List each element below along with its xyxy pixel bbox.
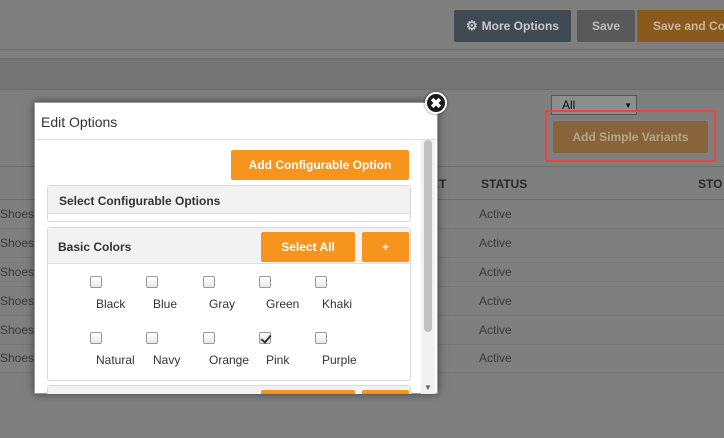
more-options-button[interactable]: ⚙ More Options bbox=[454, 10, 571, 42]
row-name: Shoes bbox=[0, 236, 35, 250]
top-toolbar: ⚙ More Options Save Save and Co bbox=[0, 0, 724, 50]
row-name: Shoes bbox=[0, 323, 35, 337]
modal-title: Edit Options bbox=[41, 114, 118, 130]
add-configurable-option-button[interactable]: Add Configurable Option bbox=[231, 150, 409, 180]
option-label-natural: Natural bbox=[96, 353, 135, 367]
next-add-button[interactable] bbox=[362, 390, 409, 394]
checkbox-purple[interactable] bbox=[315, 332, 327, 344]
panel-header: Select Configurable Options bbox=[48, 186, 410, 214]
row-status: Active bbox=[479, 294, 512, 308]
option-label-black: Black bbox=[96, 297, 126, 311]
row-status: Active bbox=[479, 265, 512, 279]
add-color-button[interactable]: + bbox=[362, 232, 409, 262]
close-icon[interactable]: ✖ bbox=[425, 92, 447, 114]
checkbox-blue[interactable] bbox=[146, 276, 158, 288]
column-header-sto: STO bbox=[698, 177, 723, 191]
checkbox-natural[interactable] bbox=[90, 332, 102, 344]
checkbox-gray[interactable] bbox=[203, 276, 215, 288]
more-options-label: More Options bbox=[481, 19, 559, 33]
row-name: Shoes bbox=[0, 265, 35, 279]
column-header-status: STATUS bbox=[481, 177, 528, 191]
scrollbar-thumb[interactable] bbox=[424, 140, 432, 332]
row-name: Shoes bbox=[0, 294, 35, 308]
select-all-button[interactable]: Select All bbox=[261, 232, 355, 262]
option-label-green: Green bbox=[266, 297, 300, 311]
scroll-down-arrow-icon[interactable]: ▼ bbox=[424, 383, 432, 392]
basic-colors-panel: Basic Colors Select All + Black Blue Gra… bbox=[47, 227, 411, 381]
row-status: Active bbox=[479, 236, 512, 250]
row-status: Active bbox=[479, 207, 512, 221]
next-select-all-button[interactable] bbox=[261, 390, 355, 394]
checkbox-green[interactable] bbox=[259, 276, 271, 288]
option-label-purple: Purple bbox=[322, 353, 357, 367]
checkbox-orange[interactable] bbox=[203, 332, 215, 344]
option-label-navy: Navy bbox=[153, 353, 181, 367]
save-button[interactable]: Save bbox=[577, 10, 635, 42]
modal-body: Add Configurable Option Select Configura… bbox=[35, 140, 421, 394]
option-label-pink: Pink bbox=[266, 353, 290, 367]
highlight-box bbox=[545, 110, 716, 162]
checkbox-khaki[interactable] bbox=[315, 276, 327, 288]
row-status: Active bbox=[479, 323, 512, 337]
row-name: Shoes bbox=[0, 351, 35, 365]
basic-colors-header: Basic Colors bbox=[48, 228, 410, 264]
dropdown-arrow-icon: ▼ bbox=[624, 101, 632, 110]
select-configurable-options-label: Select Configurable Options bbox=[59, 194, 221, 208]
row-status: Active bbox=[479, 351, 512, 365]
checkbox-navy[interactable] bbox=[146, 332, 158, 344]
modal-scrollbar[interactable]: ▼ bbox=[421, 140, 435, 394]
checkbox-pink[interactable] bbox=[259, 332, 271, 344]
checkbox-black[interactable] bbox=[90, 276, 102, 288]
next-option-panel bbox=[47, 385, 411, 394]
option-label-khaki: Khaki bbox=[322, 297, 353, 311]
section-band bbox=[0, 58, 724, 90]
select-configurable-options-panel: Select Configurable Options bbox=[47, 185, 411, 222]
basic-colors-label: Basic Colors bbox=[58, 240, 132, 254]
gear-icon: ⚙ bbox=[466, 18, 478, 33]
option-label-orange: Orange bbox=[209, 353, 250, 367]
edit-options-modal: Edit Options Add Configurable Option Sel… bbox=[34, 102, 438, 394]
option-label-gray: Gray bbox=[209, 297, 236, 311]
next-option-header bbox=[48, 386, 410, 394]
save-and-continue-button[interactable]: Save and Co bbox=[637, 10, 724, 42]
option-label-blue: Blue bbox=[153, 297, 178, 311]
row-name: Shoes bbox=[0, 207, 35, 221]
